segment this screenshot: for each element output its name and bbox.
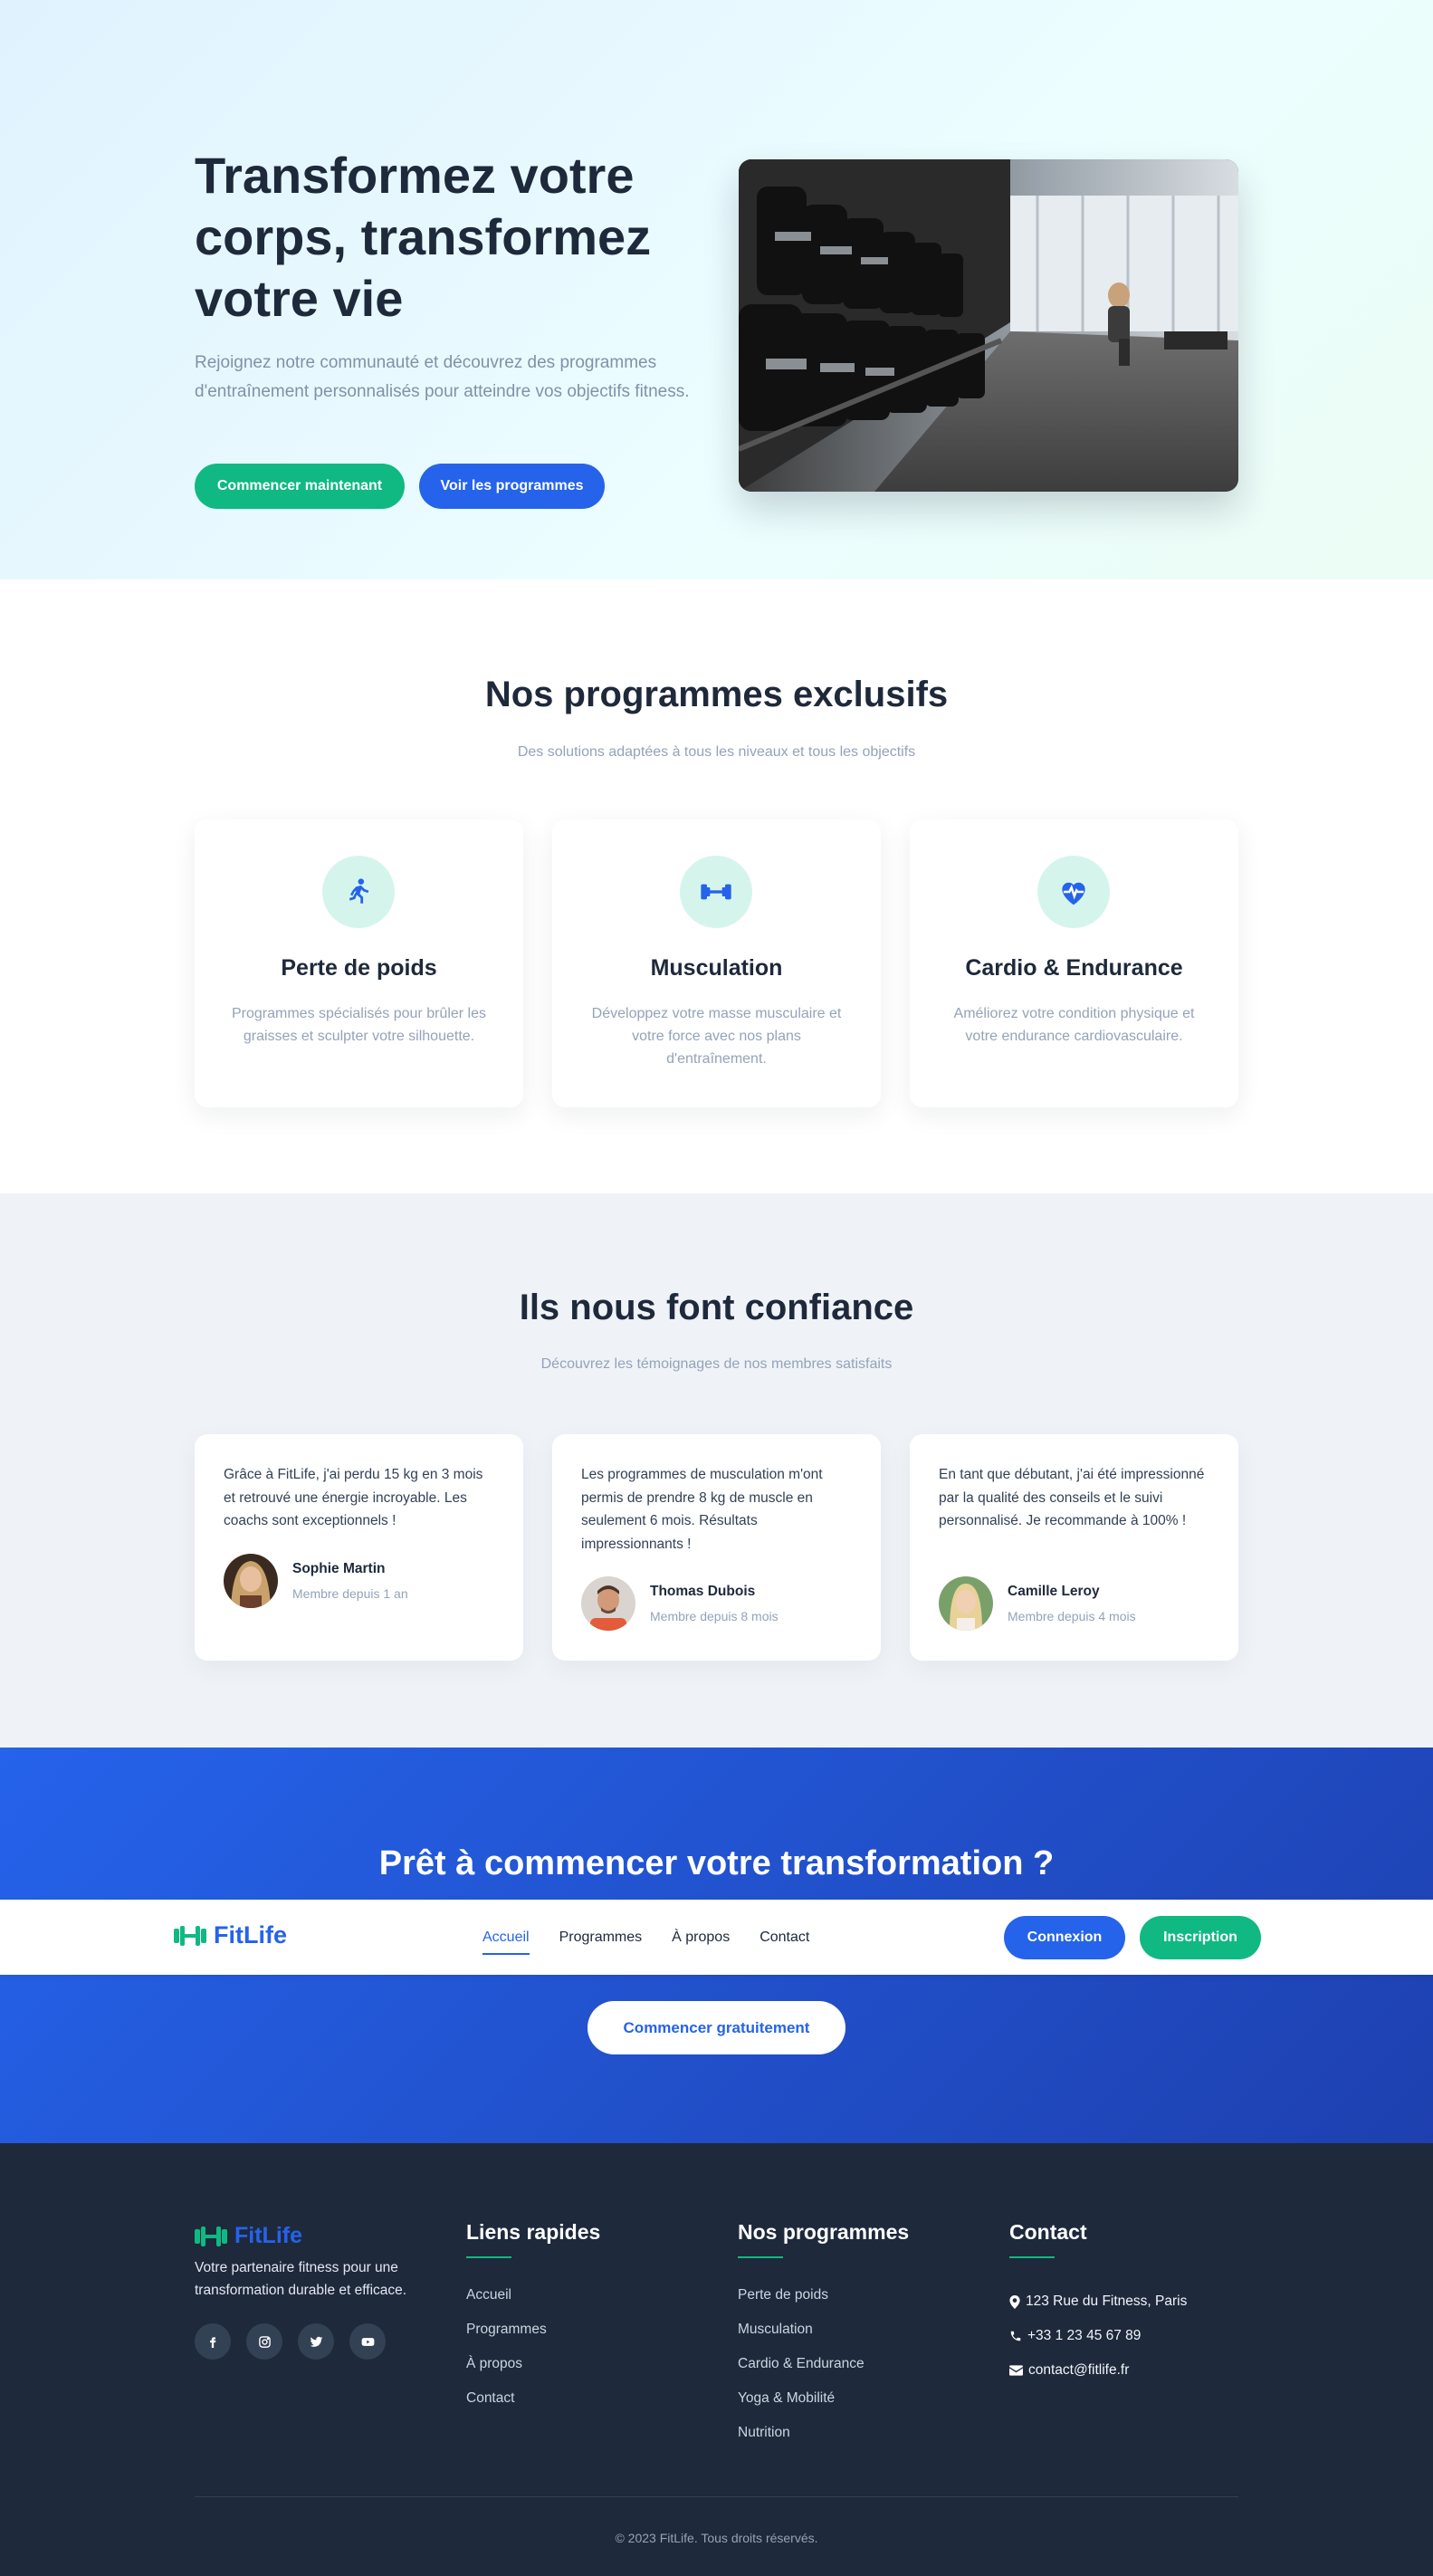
nav-link-about[interactable]: À propos [672, 1924, 730, 1951]
program-description: Programmes spécialisés pour brûler les g… [232, 1006, 486, 1044]
testimonial-name: Camille Leroy [1008, 1584, 1100, 1599]
dumbbell-icon [174, 1925, 206, 1946]
testimonial-since: Membre depuis 1 an [292, 1586, 408, 1601]
avatar [939, 1576, 993, 1631]
contact-address-text: 123 Rue du Fitness, Paris [1026, 2294, 1188, 2309]
footer-link-home[interactable]: Accueil [466, 2284, 547, 2319]
start-free-button[interactable]: Commencer gratuitement [588, 2001, 845, 2054]
testimonial-quote: Les programmes de musculation m'ont perm… [581, 1467, 823, 1552]
view-programs-button[interactable]: Voir les programmes [419, 464, 605, 509]
instagram-icon[interactable] [246, 2323, 282, 2360]
program-description: Améliorez votre condition physique et vo… [953, 1006, 1195, 1044]
footer-divider [195, 2496, 1238, 2497]
youtube-icon[interactable] [349, 2323, 386, 2360]
contact-address: 123 Rue du Fitness, Paris [1009, 2284, 1187, 2319]
footer-link-about[interactable]: À propos [466, 2353, 547, 2388]
signup-button[interactable]: Inscription [1140, 1916, 1261, 1959]
testimonial-since: Membre depuis 8 mois [650, 1609, 779, 1623]
footer-contact-title: Contact [1009, 2220, 1087, 2258]
programs-subtitle: Des solutions adaptées à tous les niveau… [517, 744, 916, 760]
avatar [224, 1554, 278, 1608]
hero-subtitle: Rejoignez notre communauté et découvrez … [195, 353, 690, 401]
footer-quick-links-title: Liens rapides [466, 2220, 601, 2258]
footer-link-musculation[interactable]: Musculation [738, 2319, 865, 2353]
contact-phone-text[interactable]: +33 1 23 45 67 89 [1027, 2325, 1141, 2347]
copyright: © 2023 FitLife. Tous droits réservés. [615, 2531, 818, 2545]
nav-links: Accueil Programmes À propos Contact [482, 1900, 809, 1975]
phone-icon [1010, 2331, 1021, 2341]
twitter-icon[interactable] [298, 2323, 334, 2360]
contact-phone: +33 1 23 45 67 89 [1009, 2319, 1187, 2353]
footer-link-contact[interactable]: Contact [466, 2388, 547, 2422]
footer-link-programs[interactable]: Programmes [466, 2319, 547, 2353]
login-button[interactable]: Connexion [1004, 1916, 1125, 1959]
gym-image [739, 159, 1238, 492]
program-title: Cardio & Endurance [965, 955, 1183, 981]
program-title: Musculation [650, 955, 783, 981]
footer-programs-list: Perte de poids Musculation Cardio & Endu… [738, 2284, 865, 2456]
footer-brand-name: FitLife [234, 2223, 302, 2248]
footer-link-yoga[interactable]: Yoga & Mobilité [738, 2388, 865, 2422]
footer-contact-list: 123 Rue du Fitness, Paris +33 1 23 45 67… [1009, 2284, 1187, 2388]
footer-link-nutrition[interactable]: Nutrition [738, 2422, 865, 2456]
testimonials-subtitle: Découvrez les témoignages de nos membres… [540, 1356, 893, 1372]
testimonial-name: Thomas Dubois [650, 1584, 756, 1599]
program-card-cardio[interactable]: Cardio & Endurance Améliorez votre condi… [910, 819, 1238, 1107]
contact-email: contact@fitlife.fr [1009, 2353, 1187, 2388]
heartbeat-icon [1037, 856, 1110, 928]
map-pin-icon [1009, 2294, 1020, 2309]
cta-title: Prêt à commencer votre transformation ? [378, 1844, 1055, 1882]
hero-title: Transformez votre corps, transformez vot… [195, 147, 652, 327]
programs-title: Nos programmes exclusifs [484, 675, 949, 714]
nav-link-contact[interactable]: Contact [759, 1924, 809, 1951]
testimonial-card: En tant que débutant, j'ai été impressio… [910, 1434, 1238, 1661]
facebook-icon[interactable] [195, 2323, 231, 2360]
hero-section: Transformez votre corps, transformez vot… [0, 0, 1433, 579]
footer [0, 2143, 1433, 2576]
start-now-button[interactable]: Commencer maintenant [195, 464, 405, 509]
footer-quick-links: Accueil Programmes À propos Contact [466, 2284, 547, 2422]
testimonial-name: Sophie Martin [292, 1561, 386, 1576]
footer-logo[interactable]: FitLife [195, 2223, 302, 2249]
dumbbell-icon [195, 2226, 227, 2246]
nav-link-programs[interactable]: Programmes [559, 1924, 643, 1951]
footer-description: Votre partenaire fitness pour une transf… [195, 2260, 407, 2298]
testimonials-title: Ils nous font confiance [519, 1288, 914, 1327]
avatar [581, 1576, 635, 1631]
footer-programs-title: Nos programmes [738, 2220, 910, 2258]
brand-name: FitLife [214, 1921, 287, 1949]
program-title: Perte de poids [281, 955, 437, 981]
nav-link-home[interactable]: Accueil [482, 1924, 530, 1955]
testimonial-quote: Grâce à FitLife, j'ai perdu 15 kg en 3 m… [224, 1467, 483, 1528]
testimonial-card: Les programmes de musculation m'ont perm… [552, 1434, 881, 1661]
envelope-icon [1009, 2365, 1023, 2376]
contact-email-text[interactable]: contact@fitlife.fr [1028, 2360, 1129, 2381]
program-card-weight-loss[interactable]: Perte de poids Programmes spécialisés po… [195, 819, 523, 1107]
footer-link-weight-loss[interactable]: Perte de poids [738, 2284, 865, 2319]
footer-link-cardio[interactable]: Cardio & Endurance [738, 2353, 865, 2388]
running-icon [322, 856, 395, 928]
testimonial-quote: En tant que débutant, j'ai été impressio… [939, 1467, 1205, 1528]
navbar-logo[interactable]: FitLife [174, 1921, 287, 1949]
dumbbell-icon [680, 856, 752, 928]
testimonial-since: Membre depuis 4 mois [1008, 1609, 1136, 1623]
program-card-musculation[interactable]: Musculation Développez votre masse muscu… [552, 819, 881, 1107]
program-description: Développez votre masse musculaire et vot… [591, 1006, 842, 1067]
testimonial-card: Grâce à FitLife, j'ai perdu 15 kg en 3 m… [195, 1434, 523, 1661]
